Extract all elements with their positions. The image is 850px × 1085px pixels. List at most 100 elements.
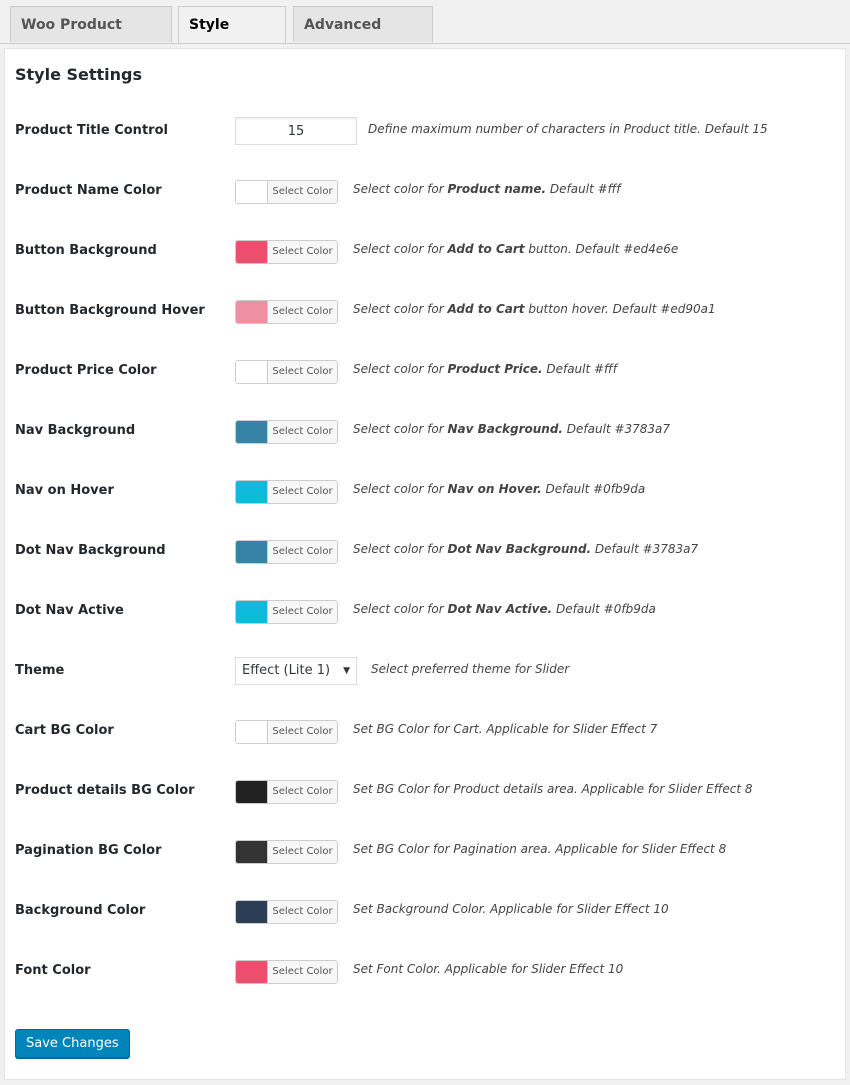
setting-description: Define maximum number of characters in P…	[368, 122, 768, 136]
tab-advanced-settings[interactable]: Advanced Settings	[293, 6, 433, 69]
chevron-down-icon: ▼	[343, 666, 350, 676]
color-swatch	[236, 781, 268, 803]
setting-control: Select Color	[235, 720, 338, 744]
description-text: Select color for	[353, 182, 448, 196]
setting-row: Button Background Hover Select Color Selec…	[5, 297, 845, 327]
setting-description: Select color for Nav Background. Default…	[353, 422, 670, 436]
setting-row: Nav Background Select Color Select color f…	[5, 417, 845, 447]
select-color-label: Select Color	[272, 966, 333, 977]
setting-control: Select Color	[235, 360, 338, 384]
setting-label: Product Price Color	[15, 363, 157, 378]
setting-label: Nav on Hover	[15, 483, 114, 498]
color-swatch	[236, 541, 268, 563]
setting-row: Font Color Select Color Set Font Color. Ap…	[5, 957, 845, 987]
setting-description: Select color for Product name. Default #…	[353, 182, 621, 196]
description-text: button hover. Default #ed90a1	[524, 302, 716, 316]
description-text: Select color for	[353, 482, 448, 496]
description-text: Select color for	[353, 362, 448, 376]
description-text: Default #3783a7	[562, 422, 671, 436]
setting-description: Select color for Dot Nav Active. Default…	[353, 602, 656, 616]
color-swatch	[236, 241, 268, 263]
color-picker-button[interactable]: Select Color	[235, 240, 338, 264]
theme-select-value: Effect (Lite 1)	[242, 663, 331, 678]
setting-control: Select Color	[235, 780, 338, 804]
select-color-label: Select Color	[272, 846, 333, 857]
setting-control: Select Color	[235, 900, 338, 924]
save-changes-button[interactable]: Save Changes	[15, 1029, 130, 1058]
color-picker-button[interactable]: Select Color	[235, 960, 338, 984]
color-swatch	[236, 301, 268, 323]
color-picker-button[interactable]: Select Color	[235, 780, 338, 804]
setting-description: Select color for Add to Cart button. Def…	[353, 242, 678, 256]
setting-label: Background Color	[15, 903, 146, 918]
description-bold: Product Price.	[447, 362, 543, 376]
color-picker-button[interactable]: Select Color	[235, 180, 338, 204]
settings-panel: Style Settings Save Changes Product Titl…	[4, 48, 846, 1080]
setting-label: Button Background Hover	[15, 303, 205, 318]
description-text: Set BG Color for Pagination area. Applic…	[353, 842, 727, 856]
select-color-label: Select Color	[272, 186, 333, 197]
select-color-label: Select Color	[272, 426, 333, 437]
color-picker-button[interactable]: Select Color	[235, 480, 338, 504]
theme-select[interactable]: Effect (Lite 1) ▼	[235, 657, 357, 685]
setting-control: Select Color	[235, 420, 338, 444]
color-picker-button[interactable]: Select Color	[235, 360, 338, 384]
color-picker-button[interactable]: Select Color	[235, 600, 338, 624]
select-color-label: Select Color	[272, 546, 333, 557]
select-color-label: Select Color	[272, 786, 333, 797]
setting-row: Background Color Select Color Set Backgrou…	[5, 897, 845, 927]
description-text: Default #fff	[546, 182, 621, 196]
color-picker-button[interactable]: Select Color	[235, 420, 338, 444]
description-text: Define maximum number of characters in P…	[368, 122, 768, 136]
description-text: Default #fff	[542, 362, 617, 376]
tab-style-settings[interactable]: Style Settings	[178, 6, 286, 69]
setting-label: Pagination BG Color	[15, 843, 162, 858]
description-bold: Product name.	[447, 182, 547, 196]
setting-description: Set BG Color for Pagination area. Applic…	[353, 842, 726, 856]
setting-control	[235, 117, 357, 145]
setting-row: Cart BG Color Select Color Set BG Color fo…	[5, 717, 845, 747]
description-text: Select color for	[353, 242, 448, 256]
setting-label: Theme	[15, 663, 65, 678]
setting-control: Select Color	[235, 600, 338, 624]
color-swatch	[236, 961, 268, 983]
setting-row: Pagination BG Color Select Color Set BG Co…	[5, 837, 845, 867]
description-bold: Add to Cart	[447, 242, 525, 256]
color-picker-button[interactable]: Select Color	[235, 540, 338, 564]
description-bold: Dot Nav Background.	[447, 542, 592, 556]
setting-description: Set Font Color. Applicable for Slider Ef…	[353, 962, 623, 976]
description-text: Set BG Color for Cart. Applicable for Sl…	[353, 722, 658, 736]
color-picker-button[interactable]: Select Color	[235, 840, 338, 864]
color-picker-button[interactable]: Select Color	[235, 720, 338, 744]
select-color-label: Select Color	[272, 726, 333, 737]
description-text: Default #0fb9da	[541, 482, 646, 496]
product-title-length-input[interactable]	[235, 117, 357, 145]
description-text: Set Background Color. Applicable for Sli…	[353, 902, 669, 916]
setting-row: Product Title Control Define maximum numb…	[5, 117, 845, 147]
color-picker-button[interactable]: Select Color	[235, 300, 338, 324]
description-text: Select color for	[353, 422, 448, 436]
setting-label: Product details BG Color	[15, 783, 195, 798]
description-text: Select color for	[353, 602, 448, 616]
setting-row: Dot Nav Active Select Color Select color f…	[5, 597, 845, 627]
color-swatch	[236, 421, 268, 443]
color-picker-button[interactable]: Select Color	[235, 900, 338, 924]
description-bold: Add to Cart	[447, 302, 525, 316]
description-text: Select preferred theme for Slider	[371, 662, 570, 676]
settings-tabs: Woo Product Settings Style Settings Adva…	[0, 6, 850, 69]
setting-row: Product Name Color Select Color Select col…	[5, 177, 845, 207]
setting-control: Effect (Lite 1) ▼	[235, 657, 357, 685]
color-swatch	[236, 601, 268, 623]
setting-control: Select Color	[235, 960, 338, 984]
description-text: Select color for	[353, 542, 448, 556]
setting-control: Select Color	[235, 240, 338, 264]
setting-row: Dot Nav Background Select Color Select col…	[5, 537, 845, 567]
tab-woo-product-settings[interactable]: Woo Product Settings	[10, 6, 172, 69]
setting-control: Select Color	[235, 300, 338, 324]
setting-row: Nav on Hover Select Color Select color for…	[5, 477, 845, 507]
setting-description: Select color for Product Price. Default …	[353, 362, 617, 376]
description-text: Set BG Color for Product details area. A…	[353, 782, 753, 796]
setting-description: Set BG Color for Product details area. A…	[353, 782, 753, 796]
setting-description: Select color for Dot Nav Background. Def…	[353, 542, 698, 556]
setting-label: Dot Nav Background	[15, 543, 166, 558]
